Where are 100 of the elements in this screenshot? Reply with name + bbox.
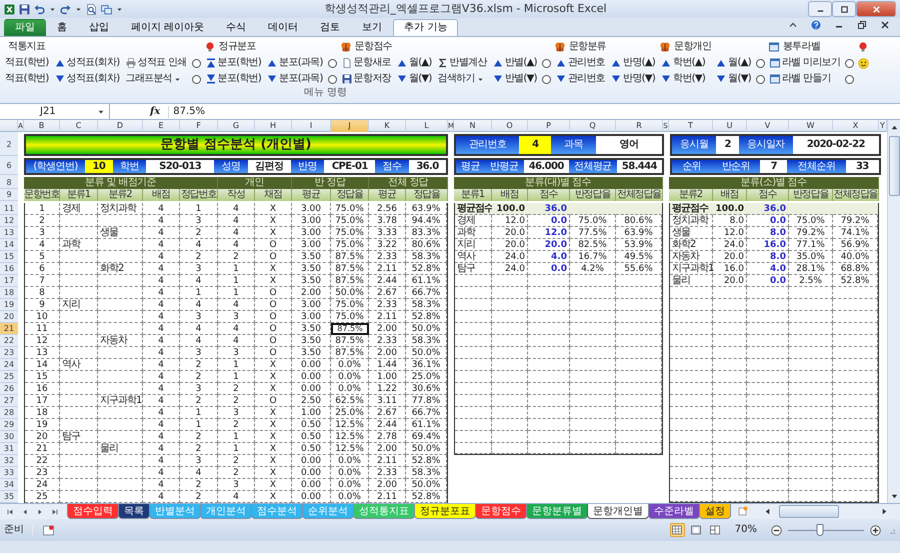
sheet-tab[interactable]: 점수입력: [67, 504, 119, 519]
ribbon-button[interactable]: 월(▼): [715, 73, 752, 85]
column-header[interactable]: K: [369, 120, 406, 132]
row-number[interactable]: 24: [0, 359, 18, 371]
column-header[interactable]: G: [218, 120, 255, 132]
column-header[interactable]: C: [60, 120, 98, 132]
row-number[interactable]: 16: [0, 263, 18, 275]
column-header[interactable]: O: [492, 120, 528, 132]
ribbon-button[interactable]: 분포(과목): [266, 73, 324, 85]
column-header[interactable]: F: [180, 120, 218, 132]
view-button[interactable]: [670, 523, 685, 537]
ribbon-tab[interactable]: 검토: [309, 19, 352, 36]
ribbon-button[interactable]: 반명(▼): [610, 73, 656, 85]
macro-record-button[interactable]: [41, 523, 56, 537]
zoom-in-button[interactable]: [868, 523, 883, 537]
dropdown-button[interactable]: 그래프분석: [124, 73, 182, 85]
ribbon-button[interactable]: 학번(▼): [660, 73, 706, 85]
option-button[interactable]: [192, 74, 200, 84]
ribbon-button[interactable]: 성적표 인쇄: [124, 57, 188, 69]
ribbon-tab[interactable]: 수식: [215, 19, 258, 36]
option-button[interactable]: [756, 58, 765, 68]
sheet-tab[interactable]: 문항개인별: [587, 504, 649, 519]
ribbon-button[interactable]: 월(▲): [715, 57, 752, 69]
zoom-out-button[interactable]: [769, 523, 784, 537]
ribbon-button[interactable]: 반명(▲): [610, 57, 656, 69]
option-button[interactable]: [328, 58, 337, 68]
ribbon-button[interactable]: 반별계산: [436, 57, 488, 69]
ribbon-button[interactable]: 월(▼): [396, 73, 433, 85]
ribbon-button[interactable]: 분포(학번): [204, 73, 262, 85]
view-button[interactable]: [688, 523, 704, 537]
formula-field[interactable]: 87.5%: [168, 106, 900, 118]
ribbon-button[interactable]: 성적표(회차): [54, 57, 121, 69]
ribbon-button[interactable]: 관리번호: [554, 73, 606, 85]
column-header[interactable]: J: [331, 120, 369, 132]
row-number[interactable]: 8: [0, 177, 18, 189]
close-button[interactable]: [856, 1, 896, 17]
column-header[interactable]: H: [255, 120, 292, 132]
ribbon-button[interactable]: 분포(학번): [204, 57, 262, 69]
row-number[interactable]: 15: [0, 251, 18, 263]
ribbon-button[interactable]: 학번(▲): [660, 57, 706, 69]
zoom-slider-thumb[interactable]: [816, 524, 824, 536]
row-number[interactable]: 21: [0, 323, 18, 335]
option-button[interactable]: [542, 58, 551, 68]
row-number[interactable]: 17: [0, 275, 18, 287]
sheet-tab[interactable]: 문항점수: [475, 504, 527, 519]
row-number[interactable]: 35: [0, 491, 18, 503]
row-number[interactable]: 27: [0, 395, 18, 407]
option-button[interactable]: [328, 74, 337, 84]
row-number[interactable]: 22: [0, 335, 18, 347]
ribbon-button[interactable]: 문항새로: [340, 57, 392, 69]
option-button[interactable]: [756, 74, 765, 84]
ribbon-button[interactable]: 라벨 미리보기: [768, 57, 842, 69]
option-button[interactable]: [845, 58, 854, 68]
column-header[interactable]: X: [833, 120, 879, 132]
ribbon-tab[interactable]: 삽입: [78, 19, 120, 36]
ribbon-tab[interactable]: 홈: [46, 19, 78, 36]
column-header[interactable]: P: [528, 120, 570, 132]
sheet-tab[interactable]: 목록: [118, 504, 150, 519]
column-header[interactable]: W: [789, 120, 833, 132]
row-number[interactable]: 30: [0, 431, 18, 443]
name-box[interactable]: J21: [0, 104, 110, 119]
column-header[interactable]: B: [24, 120, 60, 132]
row-number[interactable]: 29: [0, 419, 18, 431]
row-number[interactable]: 11: [0, 203, 18, 215]
row-number[interactable]: 14: [0, 239, 18, 251]
column-header[interactable]: N: [454, 120, 492, 132]
row-number[interactable]: 19: [0, 299, 18, 311]
view-button[interactable]: [708, 523, 723, 537]
ribbon-button[interactable]: 적표(학번): [4, 73, 50, 85]
row-number[interactable]: 13: [0, 227, 18, 239]
column-header[interactable]: E: [143, 120, 180, 132]
row-number[interactable]: 25: [0, 371, 18, 383]
row-number[interactable]: 9: [0, 189, 18, 201]
column-header[interactable]: U: [713, 120, 747, 132]
column-header[interactable]: Q: [570, 120, 616, 132]
row-number[interactable]: 12: [0, 215, 18, 227]
row-number[interactable]: 34: [0, 479, 18, 491]
ribbon-tab[interactable]: 데이터: [257, 19, 310, 36]
row-number[interactable]: 23: [0, 347, 18, 359]
column-header[interactable]: T: [669, 120, 713, 132]
row-number[interactable]: 31: [0, 443, 18, 455]
ribbon-button[interactable]: 성적표(회차): [54, 73, 121, 85]
column-header[interactable]: R: [616, 120, 663, 132]
column-header[interactable]: L: [406, 120, 448, 132]
scroll-thumb[interactable]: [779, 505, 839, 518]
ribbon-button[interactable]: 반별(▲): [492, 57, 538, 69]
ribbon-button[interactable]: 적표(학번): [4, 57, 50, 69]
ribbon-button[interactable]: 관리번호: [554, 57, 606, 69]
scroll-thumb[interactable]: [888, 136, 900, 196]
dropdown-button[interactable]: 검색하기: [436, 73, 485, 85]
ribbon-button[interactable]: 분포(과목): [266, 57, 324, 69]
maximize-button[interactable]: [832, 1, 856, 17]
function-button[interactable]: fx: [110, 106, 168, 118]
row-number[interactable]: 32: [0, 455, 18, 467]
ribbon-tab[interactable]: 보기: [351, 19, 394, 36]
column-header[interactable]: V: [747, 120, 789, 132]
row-number[interactable]: 33: [0, 467, 18, 479]
row-number[interactable]: 26: [0, 383, 18, 395]
ribbon-tab[interactable]: 페이지 레이아웃: [120, 19, 216, 36]
ribbon-button[interactable]: 문항저장: [340, 73, 392, 85]
